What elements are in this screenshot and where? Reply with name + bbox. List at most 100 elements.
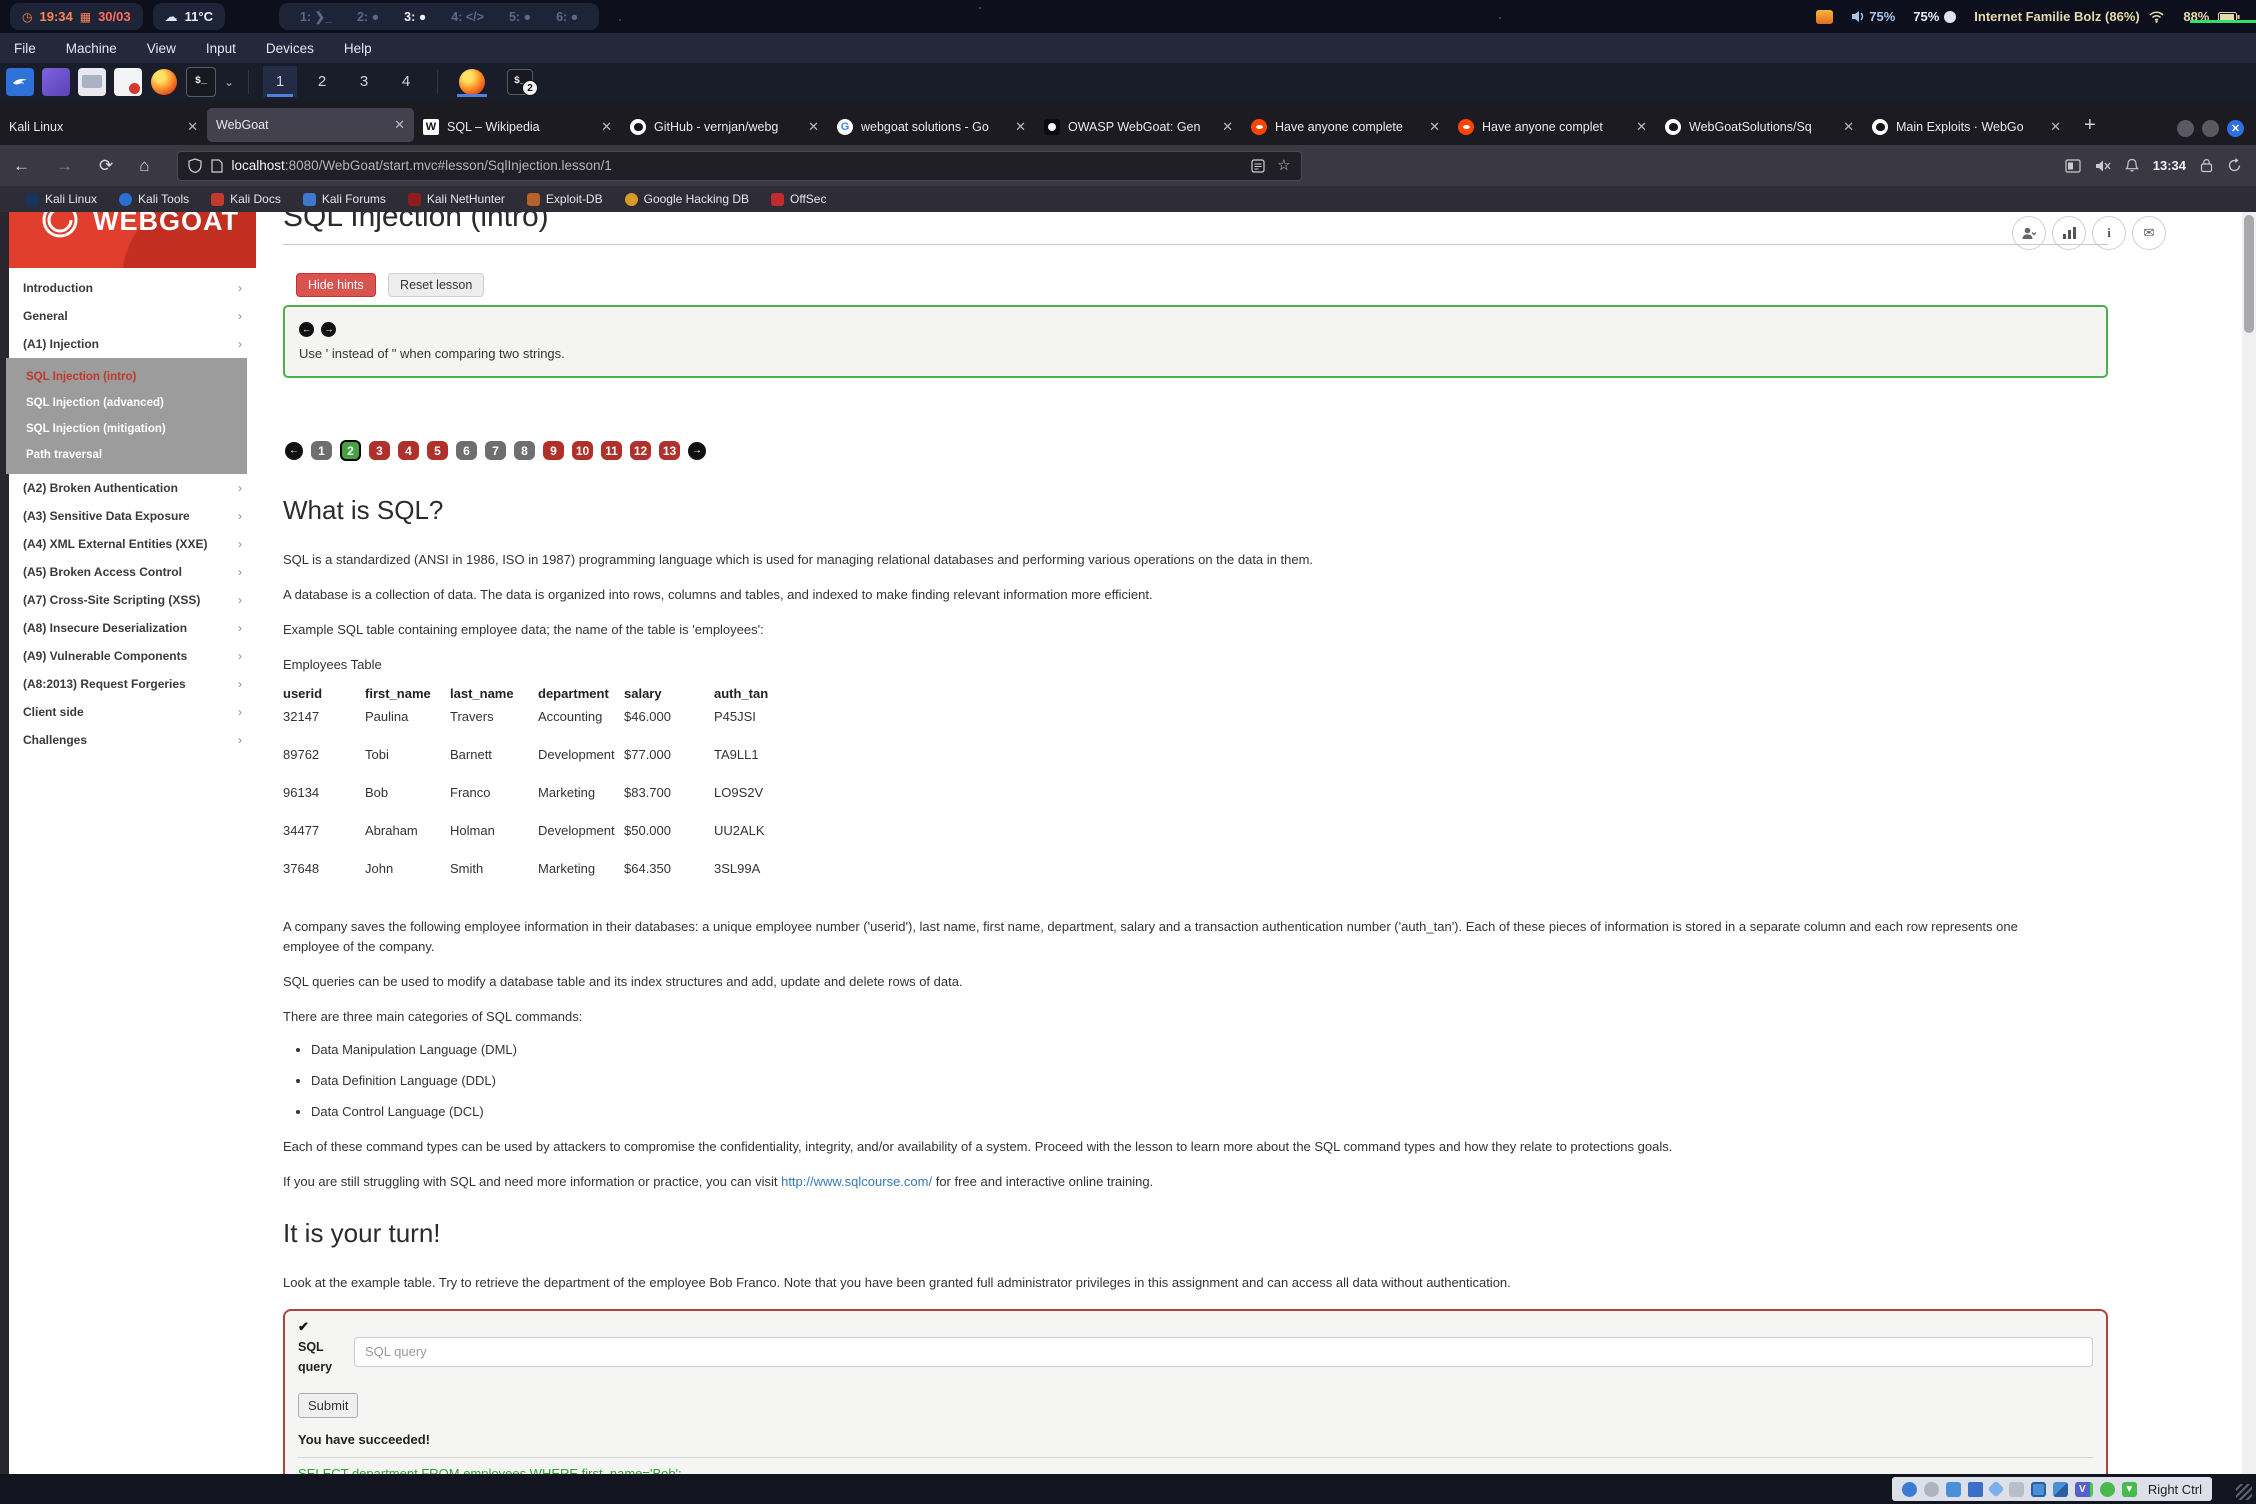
tab-reddit-2[interactable]: Have anyone complet ✕ <box>1449 108 1656 145</box>
workspace-6[interactable]: 6: ● <box>547 10 587 24</box>
tab-main-exploits[interactable]: Main Exploits · WebGo ✕ <box>1863 108 2070 145</box>
tab-github-vernjan[interactable]: GitHub - vernjan/webg ✕ <box>621 108 828 145</box>
workspace-3[interactable]: 3: ● <box>395 10 435 24</box>
tab-close-icon[interactable]: ✕ <box>1843 119 1854 135</box>
page-scrollbar[interactable] <box>2242 212 2256 1474</box>
kali-workspace-2[interactable]: 2 <box>305 66 339 97</box>
tab-close-icon[interactable]: ✕ <box>394 117 405 133</box>
tab-close-icon[interactable]: ✕ <box>187 119 198 135</box>
features-status-icon[interactable]: V <box>2075 1482 2093 1497</box>
back-button[interactable]: ← <box>0 156 43 176</box>
reload-button[interactable]: ⟳ <box>86 156 126 176</box>
workspace-1[interactable]: 1: ❯_ <box>291 9 341 24</box>
sidebar-item-a3-sensitive-data[interactable]: (A3) Sensitive Data Exposure› <box>9 502 256 530</box>
bookmark-kali-forums[interactable]: Kali Forums <box>303 192 386 206</box>
kali-workspace-3[interactable]: 3 <box>347 66 381 97</box>
sidebar-item-introduction[interactable]: Introduction› <box>9 274 256 302</box>
page-next-button[interactable]: → <box>688 442 706 460</box>
keyboard-indicator-icon[interactable] <box>1816 10 1833 24</box>
reset-lesson-button[interactable]: Reset lesson <box>388 273 484 297</box>
page-button-10[interactable]: 10 <box>572 441 593 460</box>
kali-menu-button[interactable] <box>6 68 34 96</box>
network-indicator[interactable]: Internet Familie Bolz (86%) <box>1974 9 2165 24</box>
reader-mode-icon[interactable] <box>1251 159 1265 173</box>
page-button-9[interactable]: 9 <box>543 441 564 460</box>
home-button[interactable]: ⌂ <box>126 156 162 176</box>
menu-help[interactable]: Help <box>344 41 372 56</box>
launcher-dropdown-icon[interactable]: ⌄ <box>224 75 234 89</box>
tab-close-icon[interactable]: ✕ <box>1222 119 1233 135</box>
maximize-button[interactable] <box>2202 120 2219 137</box>
display-status-icon[interactable] <box>2031 1482 2046 1497</box>
page-button-2-current[interactable]: 2 <box>340 440 361 461</box>
scoreboard-button[interactable] <box>2052 216 2086 250</box>
brightness-indicator[interactable]: 75% <box>1913 9 1956 24</box>
sidebar-item-sql-injection-advanced[interactable]: SQL Injection (advanced) <box>6 390 247 416</box>
volume-indicator[interactable]: 75% <box>1851 9 1896 24</box>
page-button-8[interactable]: 8 <box>514 441 535 460</box>
new-tab-button[interactable]: + <box>2084 114 2096 137</box>
weather-pill[interactable]: ☁ 11°C <box>153 3 225 30</box>
sidebar-item-a2-broken-authentication[interactable]: (A2) Broken Authentication› <box>9 474 256 502</box>
page-button-3[interactable]: 3 <box>369 441 390 460</box>
menu-file[interactable]: File <box>14 41 36 56</box>
network-status-icon[interactable] <box>1968 1482 1983 1497</box>
tab-close-icon[interactable]: ✕ <box>1636 119 1647 135</box>
workspace-4[interactable]: 4: </> <box>442 10 493 24</box>
sidebar-item-client-side[interactable]: Client side› <box>9 698 256 726</box>
sqlcourse-link[interactable]: http://www.sqlcourse.com/ <box>781 1174 932 1189</box>
resize-grip[interactable] <box>2236 1484 2252 1500</box>
sidebar-item-a7-xss[interactable]: (A7) Cross-Site Scripting (XSS)› <box>9 586 256 614</box>
firefox-window-button[interactable] <box>452 66 492 97</box>
bookmark-google-hacking-db[interactable]: Google Hacking DB <box>625 192 749 206</box>
sidebar-item-challenges[interactable]: Challenges› <box>9 726 256 754</box>
bookmark-kali-tools[interactable]: Kali Tools <box>119 192 189 206</box>
workspace-switcher[interactable]: 1: ❯_ 2: ● 3: ● 4: </> 5: ● 6: ● <box>279 3 599 30</box>
hdd-status-icon[interactable] <box>1902 1482 1917 1497</box>
notification-bell-icon[interactable] <box>2125 158 2139 173</box>
hint-prev-button[interactable]: ← <box>299 322 314 337</box>
sidebar-item-a9-vulnerable-components[interactable]: (A9) Vulnerable Components› <box>9 642 256 670</box>
page-info-icon[interactable] <box>211 159 223 173</box>
page-button-4[interactable]: 4 <box>398 441 419 460</box>
sidebar-item-a1-injection[interactable]: (A1) Injection› <box>9 330 256 358</box>
submit-button[interactable]: Submit <box>298 1393 358 1418</box>
workspace-2[interactable]: 2: ● <box>348 10 388 24</box>
page-button-6[interactable]: 6 <box>456 441 477 460</box>
workspace-5[interactable]: 5: ● <box>500 10 540 24</box>
menu-machine[interactable]: Machine <box>66 41 117 56</box>
mouse-integration-icon[interactable] <box>2100 1482 2115 1497</box>
sidebar-item-sql-injection-mitigation[interactable]: SQL Injection (mitigation) <box>6 416 247 442</box>
contact-button[interactable]: ✉ <box>2132 216 2166 250</box>
sidebar-item-sql-injection-intro[interactable]: SQL Injection (intro) <box>6 364 247 390</box>
tab-kali-linux[interactable]: Kali Linux ✕ <box>0 108 207 145</box>
page-prev-button[interactable]: ← <box>285 442 303 460</box>
page-button-12[interactable]: 12 <box>630 441 651 460</box>
bookmark-exploit-db[interactable]: Exploit-DB <box>527 192 603 206</box>
menu-devices[interactable]: Devices <box>266 41 314 56</box>
page-button-13[interactable]: 13 <box>659 441 680 460</box>
page-button-11[interactable]: 11 <box>601 441 622 460</box>
audio-status-icon[interactable] <box>1946 1482 1961 1497</box>
sidebar-item-general[interactable]: General› <box>9 302 256 330</box>
sidebar-item-a82013-request-forgeries[interactable]: (A8:2013) Request Forgeries› <box>9 670 256 698</box>
text-editor-icon[interactable] <box>114 68 142 96</box>
tab-reddit-1[interactable]: Have anyone complete ✕ <box>1242 108 1449 145</box>
tab-owasp-webgoat[interactable]: OWASP WebGoat: Gen ✕ <box>1035 108 1242 145</box>
optical-disc-icon[interactable] <box>1924 1482 1939 1497</box>
bookmark-kali-linux[interactable]: Kali Linux <box>26 192 97 206</box>
usb-status-icon[interactable] <box>1987 1481 2004 1498</box>
tab-close-icon[interactable]: ✕ <box>1015 119 1026 135</box>
hint-next-button[interactable]: → <box>321 322 336 337</box>
screen-layout-icon[interactable] <box>2065 159 2081 173</box>
tab-close-icon[interactable]: ✕ <box>2050 119 2061 135</box>
tab-close-icon[interactable]: ✕ <box>808 119 819 135</box>
app-launcher-icon[interactable] <box>42 68 70 96</box>
sidebar-item-a4-xxe[interactable]: (A4) XML External Entities (XXE)› <box>9 530 256 558</box>
sql-query-input[interactable] <box>354 1337 2093 1367</box>
bookmark-kali-nethunter[interactable]: Kali NetHunter <box>408 192 505 206</box>
file-manager-icon[interactable] <box>78 68 106 96</box>
recording-status-icon[interactable] <box>2053 1482 2068 1497</box>
sync-icon[interactable] <box>2227 158 2242 173</box>
about-button[interactable]: i <box>2092 216 2126 250</box>
